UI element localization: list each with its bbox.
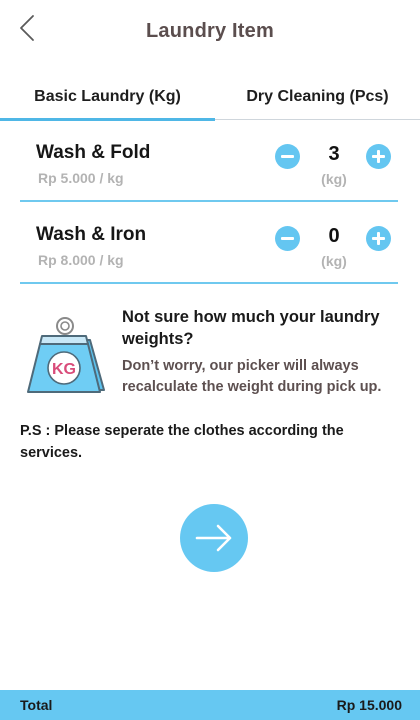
item-price: Rp 5.000 / kg xyxy=(38,170,124,186)
minus-icon xyxy=(281,237,294,240)
separation-note: P.S : Please seperate the clothes accord… xyxy=(20,423,344,461)
info-body: Don’t worry, our picker will always reca… xyxy=(122,358,382,395)
info-title: Not sure how much your laundry weights? xyxy=(122,308,380,348)
kg-weight-icon: KG xyxy=(27,317,105,393)
next-button[interactable] xyxy=(180,504,248,572)
list-item: Wash & Fold Rp 5.000 / kg 3 (kg) xyxy=(20,138,398,202)
item-name: Wash & Fold xyxy=(36,142,151,163)
page-title: Laundry Item xyxy=(146,20,274,42)
total-bar: Total Rp 15.000 xyxy=(0,690,420,720)
increase-quantity-button[interactable] xyxy=(366,144,391,169)
total-label: Total xyxy=(20,697,53,713)
active-tab-indicator xyxy=(0,118,215,121)
decrease-quantity-button[interactable] xyxy=(275,144,300,169)
list-item: Wash & Iron Rp 8.000 / kg 0 (kg) xyxy=(20,220,398,284)
quantity-unit: (kg) xyxy=(321,171,347,187)
item-price: Rp 8.000 / kg xyxy=(38,252,124,268)
tab-dry-cleaning[interactable]: Dry Cleaning (Pcs) xyxy=(215,80,420,120)
quantity-value: 3 xyxy=(328,143,340,165)
quantity-value: 0 xyxy=(328,225,340,247)
weight-info-section: KG Not sure how much your laundry weight… xyxy=(20,300,410,410)
app-header: Laundry Item xyxy=(0,0,420,66)
minus-icon xyxy=(281,155,294,158)
category-tabs: Basic Laundry (Kg) Dry Cleaning (Pcs) xyxy=(0,80,420,121)
tab-basic-laundry[interactable]: Basic Laundry (Kg) xyxy=(0,80,215,120)
decrease-quantity-button[interactable] xyxy=(275,226,300,251)
increase-quantity-button[interactable] xyxy=(366,226,391,251)
arrow-right-icon xyxy=(195,524,232,552)
quantity-unit: (kg) xyxy=(321,253,347,269)
kg-label: KG xyxy=(52,361,76,378)
total-value: Rp 15.000 xyxy=(336,697,402,713)
item-name: Wash & Iron xyxy=(36,224,147,245)
